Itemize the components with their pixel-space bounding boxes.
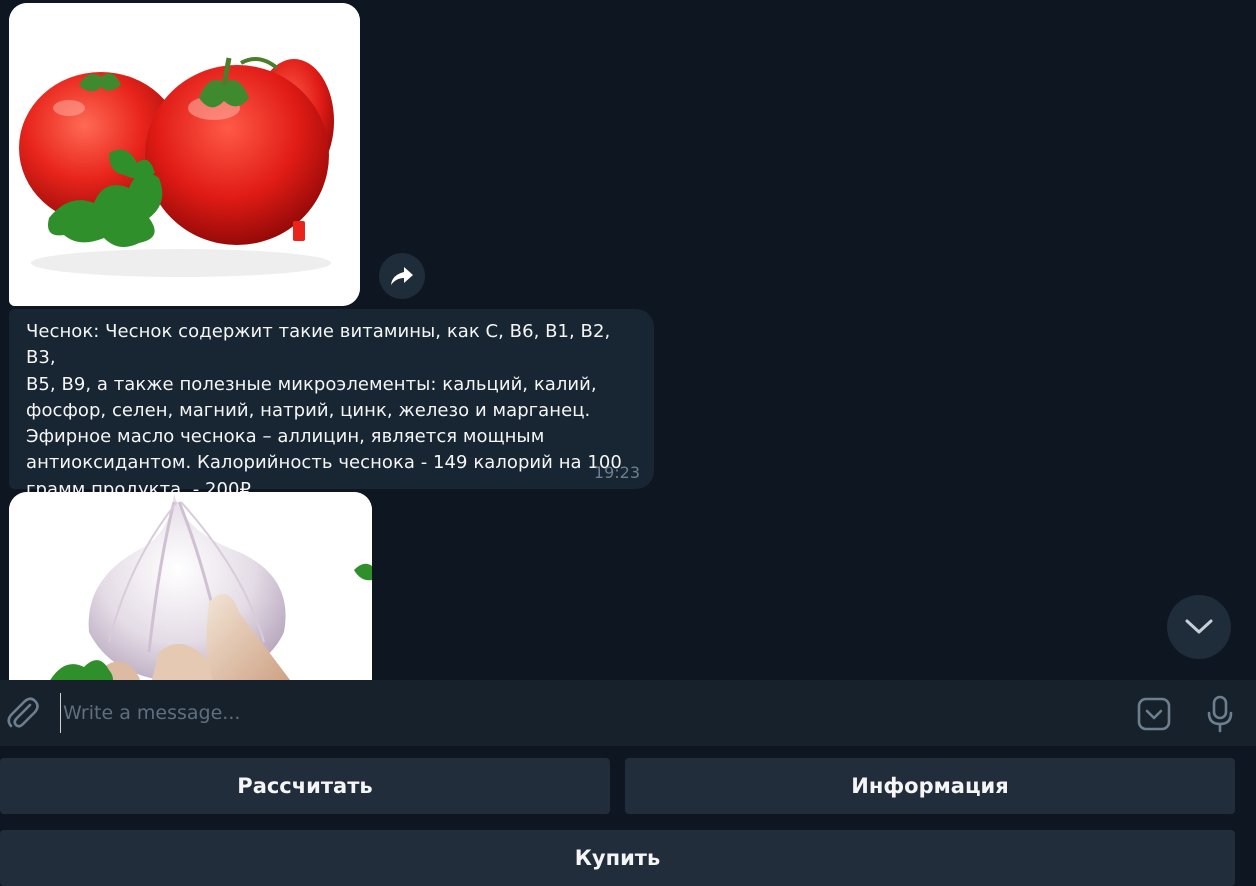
paperclip-icon xyxy=(7,697,39,728)
message-input[interactable] xyxy=(60,693,1113,733)
chat-history[interactable]: Чеснок: Чеснок содержит такие витамины, … xyxy=(0,0,1256,680)
sticker-icon xyxy=(1137,697,1171,731)
share-arrow-icon xyxy=(391,267,413,285)
tomato-photo[interactable] xyxy=(9,3,360,306)
info-button[interactable]: Информация xyxy=(625,758,1235,814)
attach-button[interactable] xyxy=(6,697,40,731)
buy-button[interactable]: Купить xyxy=(0,830,1235,886)
message-text: Чеснок: Чеснок содержит такие витамины, … xyxy=(26,321,622,500)
chevron-down-icon xyxy=(1185,619,1213,634)
sticker-button[interactable] xyxy=(1136,696,1172,732)
message-bubble[interactable]: Чеснок: Чеснок содержит такие витамины, … xyxy=(9,309,654,500)
garlic-photo[interactable] xyxy=(9,492,372,680)
garlic-image xyxy=(9,492,372,680)
tomato-image xyxy=(9,3,360,306)
voice-message-button[interactable] xyxy=(1204,694,1236,734)
scroll-down-button[interactable] xyxy=(1167,595,1231,659)
calculate-button[interactable]: Рассчитать xyxy=(0,758,610,814)
share-button[interactable] xyxy=(379,253,425,299)
message-time: 19:23 xyxy=(593,463,640,482)
microphone-icon xyxy=(1207,695,1233,733)
